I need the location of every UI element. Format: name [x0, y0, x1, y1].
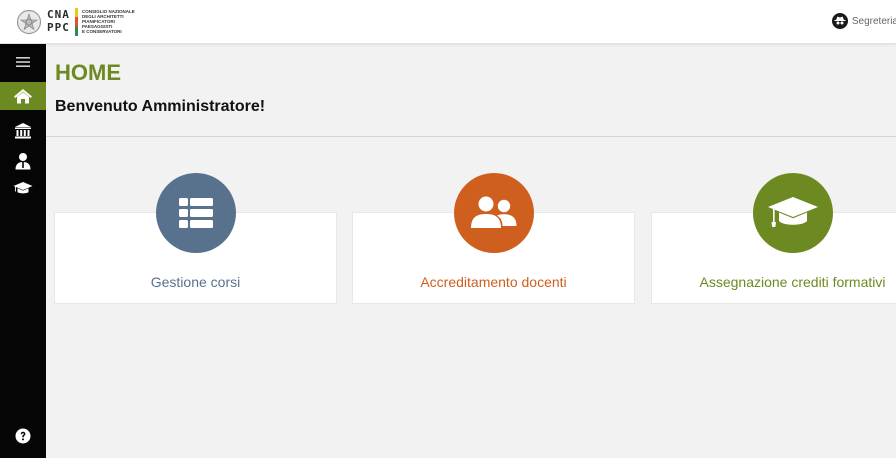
graduation-cap-icon — [768, 197, 818, 227]
republic-emblem-icon — [16, 9, 42, 35]
top-header: CNA PPC Consiglio Nazionale degli Archit… — [0, 0, 896, 44]
sidebar-item-home[interactable] — [0, 82, 46, 110]
welcome-message: Benvenuto Amministratore! — [55, 98, 266, 115]
accreditamento-docenti-button[interactable] — [454, 173, 534, 253]
page-title: HOME — [55, 60, 121, 85]
logo-text: Consiglio Nazionale degli Architetti Pia… — [82, 9, 135, 34]
list-icon — [179, 198, 213, 228]
user-secret-icon — [831, 13, 848, 29]
graduation-cap-icon — [13, 182, 33, 194]
divider — [46, 136, 896, 137]
sidebar-item-education[interactable] — [0, 174, 46, 202]
card-label: Gestione corsi — [150, 274, 241, 290]
sidebar-item-teacher[interactable] — [0, 147, 46, 175]
card-label: Accreditamento docenti — [420, 274, 567, 290]
sidebar-item-help[interactable] — [0, 422, 46, 450]
logo-letters: CNA PPC — [47, 8, 70, 34]
users-icon — [471, 196, 517, 228]
sidebar-menu-toggle[interactable] — [0, 48, 46, 76]
teacher-icon — [15, 153, 31, 170]
card-label: Assegnazione crediti formativi — [699, 274, 886, 290]
home-icon — [14, 89, 32, 104]
assegnazione-crediti-button[interactable] — [753, 173, 833, 253]
sidebar-item-institution[interactable] — [0, 117, 46, 145]
user-menu[interactable]: Segreteria — [831, 13, 896, 29]
user-name: Segreteria — [851, 15, 896, 27]
logo-color-bar — [75, 8, 78, 36]
gestione-corsi-button[interactable] — [156, 173, 236, 253]
sidebar — [0, 44, 46, 458]
help-icon — [15, 428, 31, 444]
menu-icon — [16, 57, 30, 67]
institution-icon — [15, 123, 31, 139]
